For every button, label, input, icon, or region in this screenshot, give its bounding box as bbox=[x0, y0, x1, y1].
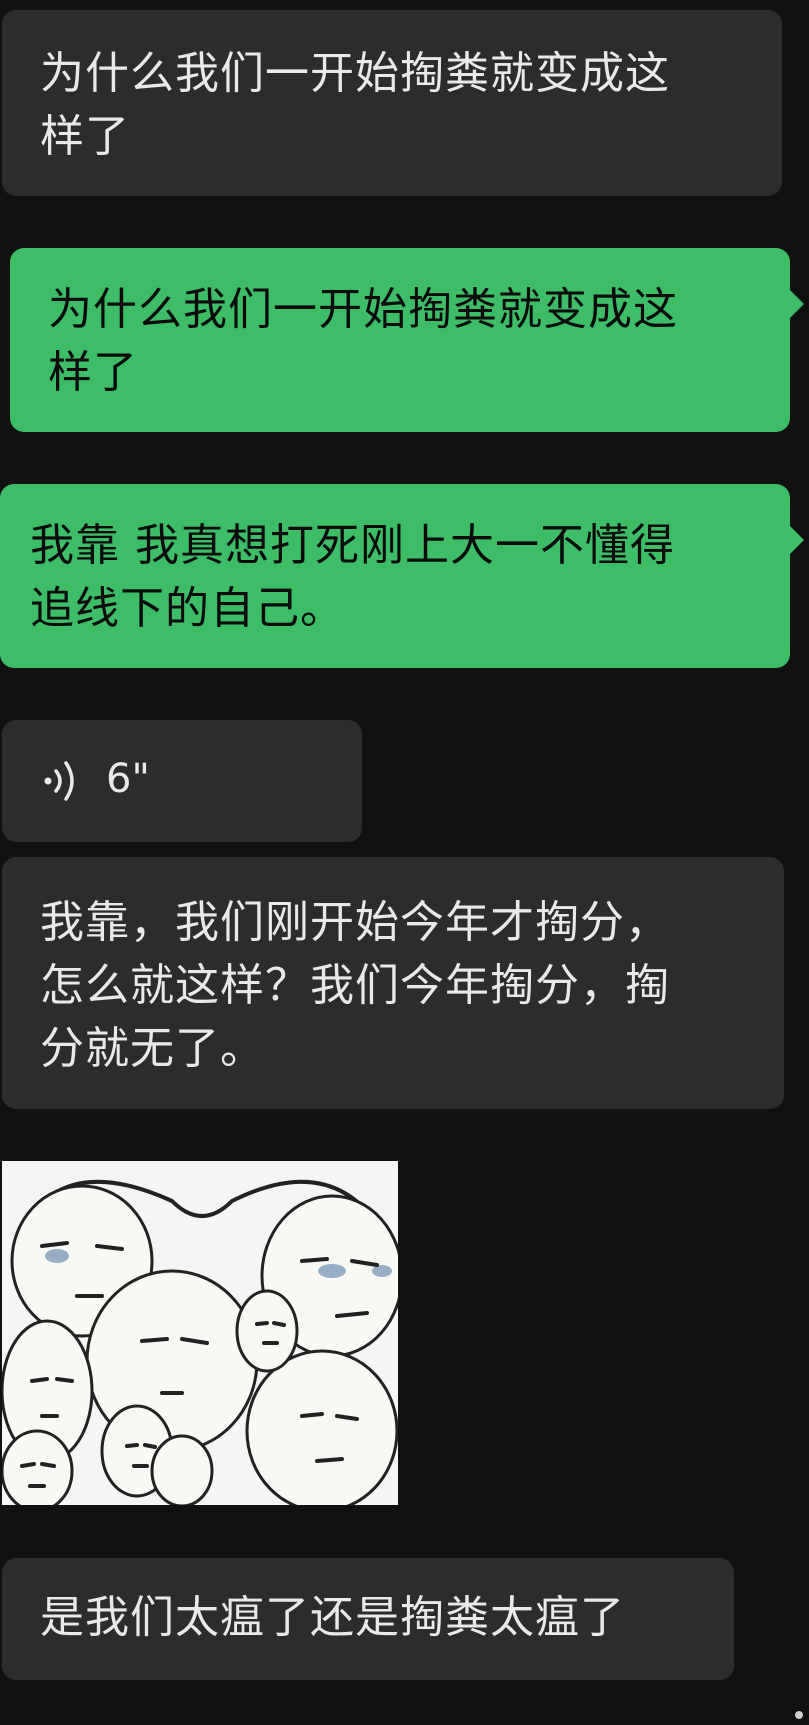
sent-message-bubble[interactable]: 为什么我们一开始掏粪就变成这 样了 bbox=[10, 248, 804, 432]
message-text: 为什么我们一开始掏粪就变成这 样了 bbox=[40, 48, 670, 162]
message-text: 我靠 我真想打死刚上大一不懂得 追线下的自己。 bbox=[30, 520, 675, 634]
received-message-bubble[interactable]: 我靠，我们刚开始今年才掏分， 怎么就这样？我们今年掏分，掏 分就无了。 bbox=[2, 857, 784, 1109]
sent-message-bubble[interactable]: 我靠 我真想打死刚上大一不懂得 追线下的自己。 bbox=[0, 484, 804, 668]
message-text: 我靠，我们刚开始今年才掏分， 怎么就这样？我们今年掏分，掏 分就无了。 bbox=[40, 897, 670, 1074]
message-text: 为什么我们一开始掏粪就变成这 样了 bbox=[48, 284, 678, 398]
received-message-bubble[interactable]: 为什么我们一开始掏粪就变成这 样了 bbox=[2, 10, 782, 196]
message-text: 是我们太瘟了还是掏粪太瘟了 bbox=[40, 1592, 625, 1643]
voice-message-bubble[interactable]: 6" bbox=[2, 720, 362, 842]
watermark-dot bbox=[795, 1711, 803, 1719]
meme-illustration bbox=[2, 1161, 398, 1505]
crying-faces-meme-image[interactable] bbox=[2, 1161, 398, 1505]
voice-duration: 6" bbox=[106, 756, 150, 802]
voice-wave-icon bbox=[44, 761, 74, 801]
received-message-bubble[interactable]: 是我们太瘟了还是掏粪太瘟了 bbox=[2, 1558, 734, 1680]
